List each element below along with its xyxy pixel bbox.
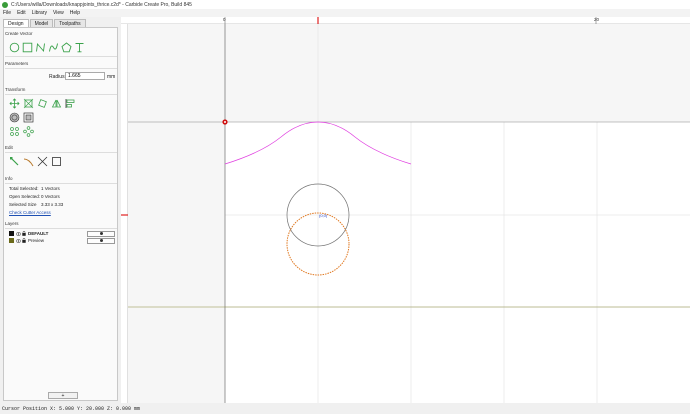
- rectangle-tool-icon[interactable]: [22, 42, 33, 53]
- join-tool-icon[interactable]: [23, 156, 34, 167]
- stock-area: [225, 122, 690, 403]
- layer-color-swatch[interactable]: [9, 231, 14, 236]
- menu-help[interactable]: Help: [70, 10, 80, 16]
- boolean-tool-icon[interactable]: [23, 112, 34, 123]
- move-tool-icon[interactable]: [9, 98, 20, 109]
- title-bar: C:/Users/willa/Downloads/knappjoints_thr…: [0, 0, 690, 9]
- menu-library[interactable]: Library: [32, 10, 47, 16]
- menu-bar: File Edit Library View Help: [0, 9, 690, 17]
- menu-file[interactable]: File: [3, 10, 11, 16]
- text-tool-icon[interactable]: [74, 42, 85, 53]
- open-selected-label: Open Selected:: [9, 194, 41, 199]
- check-cutter-access-link[interactable]: Check Cutter Access: [9, 210, 51, 215]
- layers-heading: Layers: [5, 221, 19, 226]
- divider: [5, 152, 117, 153]
- layer-settings-button[interactable]: [87, 230, 115, 237]
- layer-color-swatch[interactable]: [9, 238, 14, 243]
- eye-icon[interactable]: [16, 231, 21, 236]
- selected-size-label: Selected Size: [9, 202, 37, 207]
- open-selected-value: 0 Vectors: [41, 194, 60, 199]
- menu-edit[interactable]: Edit: [17, 10, 26, 16]
- trim-tool-icon[interactable]: [37, 156, 48, 167]
- add-layer-button[interactable]: +: [48, 392, 78, 399]
- info-heading: Info: [5, 176, 13, 181]
- tab-design[interactable]: Design: [3, 19, 29, 27]
- tab-toolpaths[interactable]: Toolpaths: [54, 19, 86, 27]
- divider: [5, 56, 117, 57]
- array-tool-icon[interactable]: [9, 126, 20, 137]
- layer-name: DEFAULT: [28, 231, 49, 236]
- radius-label: Radius: [49, 74, 65, 80]
- mirror-tool-icon[interactable]: [51, 98, 62, 109]
- gear-icon: [99, 239, 103, 242]
- polyline-tool-icon[interactable]: [35, 42, 46, 53]
- app-logo-icon: [2, 1, 8, 8]
- create-vector-heading: Create Vector: [5, 31, 33, 36]
- divider: [5, 94, 117, 95]
- polygon-tool-icon[interactable]: [61, 42, 72, 53]
- gear-icon: [99, 232, 103, 235]
- layer-settings-button[interactable]: [87, 237, 115, 244]
- circle-tool-icon[interactable]: [9, 42, 20, 53]
- menu-view[interactable]: View: [53, 10, 64, 16]
- tab-bar: Design Model Toolpaths: [3, 19, 87, 27]
- selected-size-value: 3.33 x 3.33: [41, 202, 64, 207]
- offset-tool-icon[interactable]: [9, 112, 20, 123]
- scale-tool-icon[interactable]: [23, 98, 34, 109]
- layer-row-default[interactable]: DEFAULT: [9, 230, 115, 237]
- top-ruler: [121, 17, 690, 24]
- left-panel: Design Model Toolpaths Create Vector Par…: [0, 17, 121, 403]
- eye-icon[interactable]: [16, 238, 21, 243]
- transform-heading: Transform: [5, 87, 26, 92]
- circular-array-tool-icon[interactable]: [23, 126, 34, 137]
- design-panel: Create Vector Parameters Radius mm Trans…: [3, 27, 118, 401]
- edit-heading: Edit: [5, 145, 13, 150]
- window-title: C:/Users/willa/Downloads/knappjoints_thr…: [11, 1, 192, 8]
- lock-icon[interactable]: [22, 238, 26, 243]
- canvas-area[interactable]: 0 20 (0,0): [121, 17, 690, 403]
- divider: [5, 68, 117, 69]
- align-tool-icon[interactable]: [65, 98, 76, 109]
- left-ruler: [121, 24, 128, 403]
- layer-row-preview[interactable]: Preview: [9, 237, 115, 244]
- total-selected-label: Total Selected:: [9, 186, 39, 191]
- tab-model[interactable]: Model: [29, 19, 54, 27]
- parameters-heading: Parameters: [5, 61, 29, 66]
- origin-label: (0,0): [319, 213, 328, 218]
- cursor-position-readout: Cursor Position X: 5.000 Y: 20.000 Z: 0.…: [2, 405, 141, 412]
- design-canvas[interactable]: 0 20 (0,0): [121, 17, 690, 403]
- lock-icon[interactable]: [22, 231, 26, 236]
- divider: [5, 228, 117, 229]
- curve-tool-icon[interactable]: [48, 42, 59, 53]
- radius-unit: mm: [107, 74, 116, 80]
- radius-input[interactable]: [65, 72, 105, 80]
- status-bar: Cursor Position X: 5.000 Y: 20.000 Z: 0.…: [0, 403, 690, 414]
- bounding-box-tool-icon[interactable]: [51, 156, 62, 167]
- divider: [5, 183, 117, 184]
- node-edit-tool-icon[interactable]: [9, 156, 20, 167]
- ruler-label-right: 20: [594, 17, 600, 22]
- total-selected-value: 1 Vectors: [41, 186, 60, 191]
- layer-name: Preview: [28, 238, 45, 243]
- rotate-tool-icon[interactable]: [37, 98, 48, 109]
